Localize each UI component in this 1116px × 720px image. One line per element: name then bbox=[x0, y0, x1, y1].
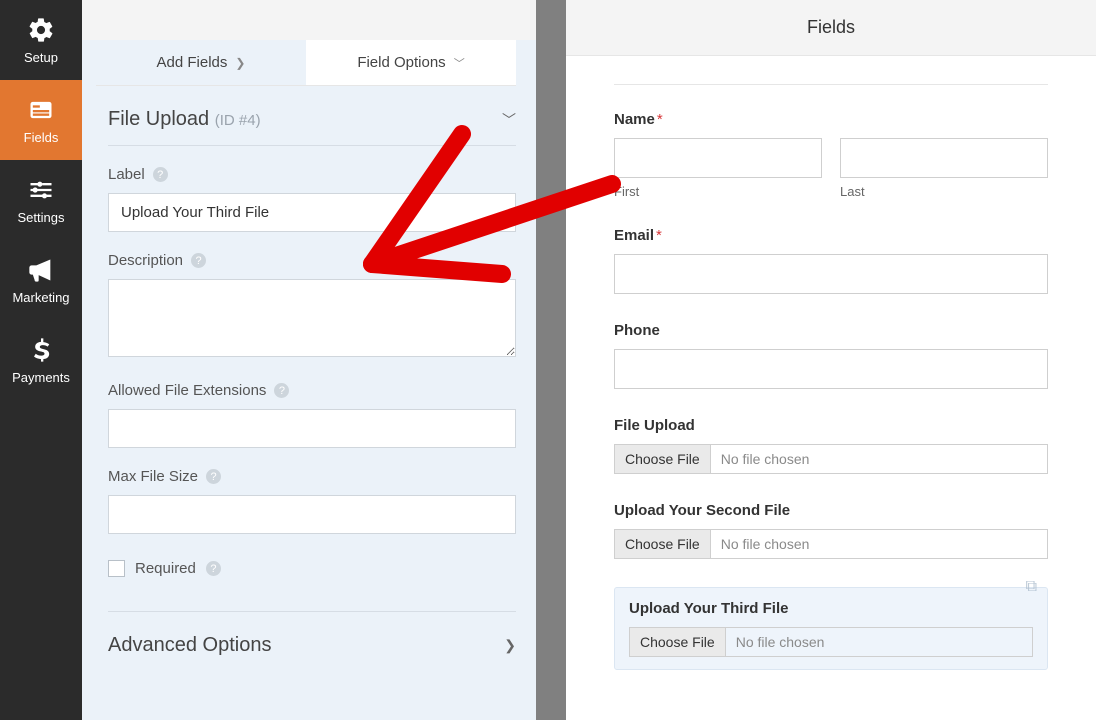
panel-tabs: Add Fields ❯ Field Options ﹀ bbox=[96, 40, 516, 86]
panel-id: (ID #4) bbox=[215, 112, 261, 129]
help-icon[interactable]: ? bbox=[153, 167, 168, 182]
required-asterisk: * bbox=[656, 227, 662, 244]
tab-field-options[interactable]: Field Options ﹀ bbox=[306, 40, 516, 85]
file-control: Choose File No file chosen bbox=[614, 529, 1048, 559]
preview-email-field[interactable]: Email* bbox=[614, 227, 1048, 294]
last-name-input[interactable] bbox=[840, 138, 1048, 178]
sidebar-item-settings[interactable]: Settings bbox=[0, 160, 82, 240]
advanced-options-toggle[interactable]: Advanced Options ❯ bbox=[108, 611, 516, 679]
required-row[interactable]: Required ? bbox=[108, 560, 516, 577]
phone-input[interactable] bbox=[614, 349, 1048, 389]
bullhorn-icon bbox=[27, 256, 55, 284]
sidebar-item-setup[interactable]: Setup bbox=[0, 0, 82, 80]
file-control: Choose File No file chosen bbox=[629, 627, 1033, 657]
sidebar-item-label: Marketing bbox=[12, 290, 69, 305]
tab-add-fields[interactable]: Add Fields ❯ bbox=[96, 40, 306, 85]
sidebar-item-label: Setup bbox=[24, 50, 58, 65]
advanced-label: Advanced Options bbox=[108, 634, 271, 657]
chevron-down-icon: ﹀ bbox=[454, 55, 465, 71]
form-preview: Name* First Last Email* Phone bbox=[566, 56, 1096, 720]
field-label: Email bbox=[614, 227, 654, 244]
panel-title: File Upload bbox=[108, 108, 209, 130]
label-text: Label bbox=[108, 166, 145, 183]
help-icon[interactable]: ? bbox=[206, 469, 221, 484]
sidebar-item-label: Payments bbox=[12, 370, 70, 385]
field-label-group: Label ? bbox=[108, 166, 516, 232]
column-divider bbox=[536, 0, 566, 720]
allowed-ext-input[interactable] bbox=[108, 409, 516, 448]
top-spacer bbox=[82, 0, 536, 40]
help-icon[interactable]: ? bbox=[274, 383, 289, 398]
preview-divider bbox=[614, 84, 1048, 85]
panel-header[interactable]: File Upload (ID #4) ﹀ bbox=[108, 86, 516, 146]
right-scrollbar[interactable] bbox=[1096, 0, 1116, 720]
description-textarea[interactable] bbox=[108, 279, 516, 357]
dollar-icon bbox=[27, 336, 55, 364]
tab-label: Field Options bbox=[357, 54, 445, 71]
chevron-right-icon: ❯ bbox=[504, 637, 516, 654]
field-max-size-group: Max File Size ? bbox=[108, 468, 516, 534]
sidebar-item-marketing[interactable]: Marketing bbox=[0, 240, 82, 320]
preview-file-upload-2[interactable]: Upload Your Second File Choose File No f… bbox=[614, 502, 1048, 559]
sliders-icon bbox=[27, 176, 55, 204]
choose-file-button[interactable]: Choose File bbox=[630, 628, 726, 656]
chevron-right-icon: ❯ bbox=[235, 56, 245, 70]
file-status-text: No file chosen bbox=[711, 451, 820, 467]
field-label: Upload Your Second File bbox=[614, 502, 1048, 519]
gear-icon bbox=[27, 16, 55, 44]
file-status-text: No file chosen bbox=[726, 634, 835, 650]
field-allowed-ext-group: Allowed File Extensions ? bbox=[108, 382, 516, 448]
sublabel-first: First bbox=[614, 184, 822, 199]
preview-name-field[interactable]: Name* First Last bbox=[614, 111, 1048, 199]
field-label: File Upload bbox=[614, 417, 1048, 434]
required-checkbox[interactable] bbox=[108, 560, 125, 577]
label-text: Allowed File Extensions bbox=[108, 382, 266, 399]
file-control: Choose File No file chosen bbox=[614, 444, 1048, 474]
sidebar-item-fields[interactable]: Fields bbox=[0, 80, 82, 160]
label-text: Max File Size bbox=[108, 468, 198, 485]
help-icon[interactable]: ? bbox=[206, 561, 221, 576]
email-input[interactable] bbox=[614, 254, 1048, 294]
help-icon[interactable]: ? bbox=[191, 253, 206, 268]
options-scroll-area[interactable]: File Upload (ID #4) ﹀ Label ? Descriptio… bbox=[82, 86, 536, 720]
file-status-text: No file chosen bbox=[711, 536, 820, 552]
sidebar-item-label: Settings bbox=[18, 210, 65, 225]
required-asterisk: * bbox=[657, 111, 663, 128]
label-input[interactable] bbox=[108, 193, 516, 232]
page-title: Fields bbox=[566, 0, 1096, 56]
chevron-down-icon[interactable]: ﹀ bbox=[502, 110, 516, 130]
app-sidebar: Setup Fields Settings Marketing Payments bbox=[0, 0, 82, 720]
preview-phone-field[interactable]: Phone bbox=[614, 322, 1048, 389]
field-label: Name bbox=[614, 111, 655, 128]
form-preview-column: Fields Name* First Last Email* bbox=[566, 0, 1096, 720]
field-label: Phone bbox=[614, 322, 1048, 339]
sidebar-item-label: Fields bbox=[24, 130, 59, 145]
max-size-input[interactable] bbox=[108, 495, 516, 534]
field-options-column: Add Fields ❯ Field Options ﹀ File Upload… bbox=[82, 0, 536, 720]
sidebar-item-payments[interactable]: Payments bbox=[0, 320, 82, 400]
field-description-group: Description ? bbox=[108, 252, 516, 362]
preview-file-upload-3-selected[interactable]: ⧉ Upload Your Third File Choose File No … bbox=[614, 587, 1048, 670]
sublabel-last: Last bbox=[840, 184, 1048, 199]
choose-file-button[interactable]: Choose File bbox=[615, 445, 711, 473]
preview-file-upload-1[interactable]: File Upload Choose File No file chosen bbox=[614, 417, 1048, 474]
duplicate-icon[interactable]: ⧉ bbox=[1026, 578, 1037, 596]
choose-file-button[interactable]: Choose File bbox=[615, 530, 711, 558]
required-label: Required bbox=[135, 560, 196, 577]
form-icon bbox=[27, 96, 55, 124]
label-text: Description bbox=[108, 252, 183, 269]
first-name-input[interactable] bbox=[614, 138, 822, 178]
field-label: Upload Your Third File bbox=[629, 600, 1033, 617]
tab-label: Add Fields bbox=[157, 54, 228, 71]
